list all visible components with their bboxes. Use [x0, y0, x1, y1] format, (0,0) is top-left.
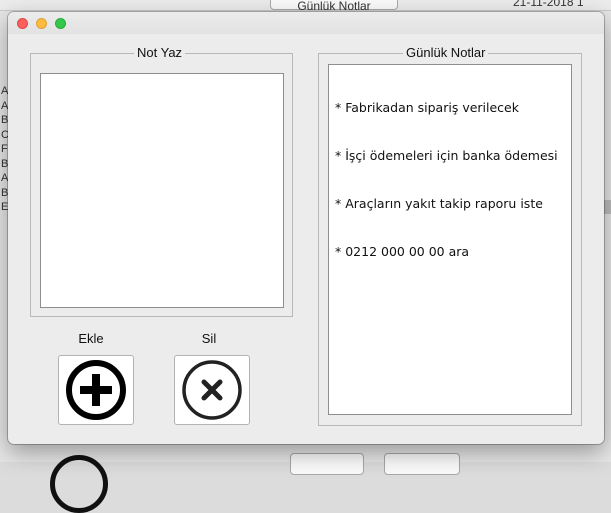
delete-label: Sil [201, 331, 217, 346]
background-date: 21-11-2018 1 [513, 0, 584, 9]
maximize-window-button[interactable] [55, 18, 66, 29]
background-button[interactable] [384, 453, 460, 475]
note-input[interactable] [40, 73, 284, 308]
close-window-button[interactable] [17, 18, 28, 29]
add-label: Ekle [78, 331, 104, 346]
minimize-window-button[interactable] [36, 18, 47, 29]
daily-notes-list[interactable]: * Fabrikadan sipariş verilecek * İşçi öd… [328, 64, 572, 415]
note-line: * İşçi ödemeleri için banka ödemesi [335, 148, 558, 163]
title-bar[interactable] [8, 12, 604, 34]
plus-circle-icon [66, 360, 126, 420]
note-line: * 0212 000 00 00 ara [335, 244, 470, 259]
delete-button[interactable] [174, 355, 250, 425]
note-line: * Araçların yakıt takip raporu iste [335, 196, 543, 211]
daily-notes-dialog: Not Yaz Günlük Notlar * Fabrikadan sipar… [8, 12, 604, 444]
x-circle-icon [182, 360, 242, 420]
background-circle-icon [50, 455, 108, 513]
note-write-panel-title: Not Yaz [134, 45, 186, 60]
daily-notes-panel: Günlük Notlar * Fabrikadan sipariş veril… [318, 45, 582, 426]
background-button[interactable] [290, 453, 364, 475]
note-write-panel: Not Yaz [30, 45, 293, 317]
background-daily-notes-button[interactable]: Günlük Notlar [270, 0, 398, 13]
daily-notes-panel-title: Günlük Notlar [403, 45, 489, 60]
note-line: * Fabrikadan sipariş verilecek [335, 100, 519, 115]
add-button[interactable] [58, 355, 134, 425]
